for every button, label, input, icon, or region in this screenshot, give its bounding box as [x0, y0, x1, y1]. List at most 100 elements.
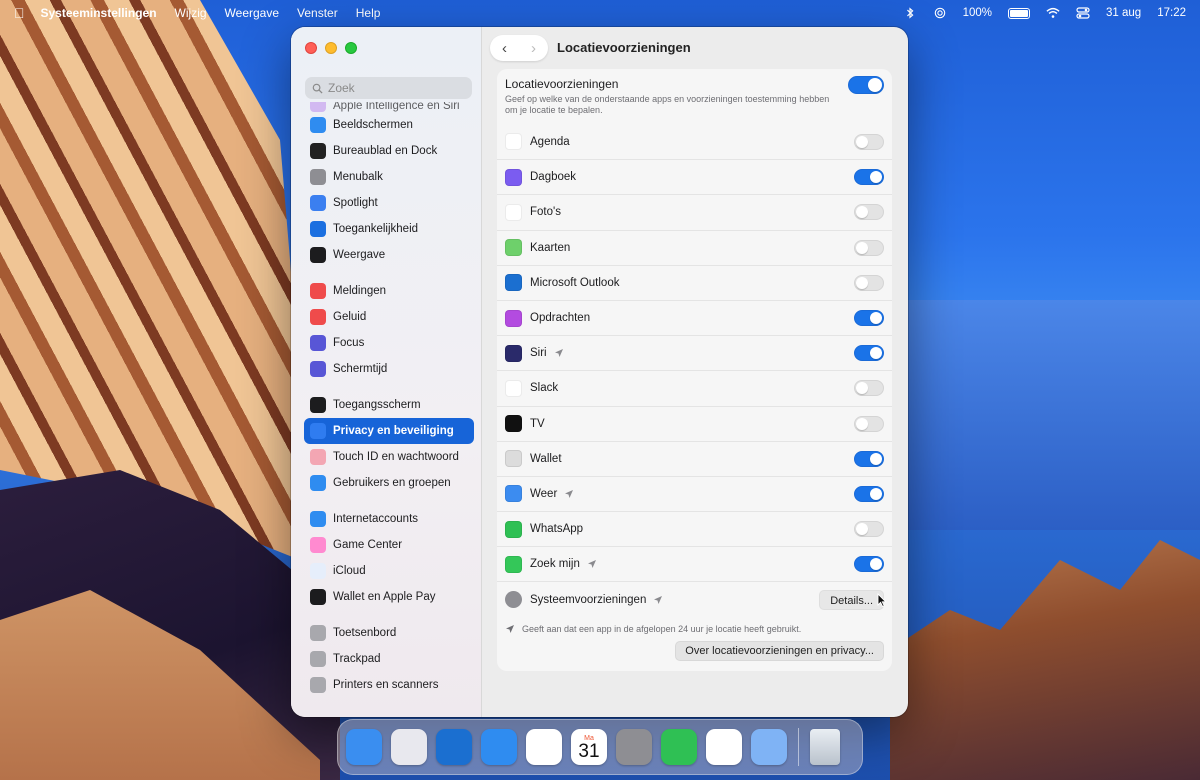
sidebar-item-label: Toegangsscherm	[333, 399, 421, 411]
dock-trash-icon[interactable]	[810, 729, 840, 765]
sidebar-item-spotlight[interactable]: Spotlight	[304, 190, 474, 216]
sidebar-item-touch-id-en-wachtwoord[interactable]: Touch ID en wachtwoord	[304, 444, 474, 470]
sidebar-item-printers-en-scanners[interactable]: Printers en scanners	[304, 672, 474, 698]
sidebar-item-focus[interactable]: Focus	[304, 330, 474, 356]
menu-app-name[interactable]: Systeeminstellingen	[41, 6, 157, 20]
sidebar-item-privacy-en-beveiliging[interactable]: Privacy en beveiliging	[304, 418, 474, 444]
dock-launchpad-icon[interactable]	[391, 729, 427, 765]
app-name: Opdrachten	[530, 312, 591, 325]
location-toggle[interactable]	[854, 415, 884, 432]
sidebar-item-label: Apple Intelligence en Siri	[333, 102, 460, 112]
wifi-icon[interactable]	[1046, 7, 1060, 19]
location-toggle[interactable]	[854, 450, 884, 467]
location-arrow-icon	[654, 595, 663, 604]
sidebar-item-icloud[interactable]: iCloud	[304, 558, 474, 584]
dock-preview-icon[interactable]	[751, 729, 787, 765]
dock-finder-icon[interactable]	[346, 729, 382, 765]
dock-whatsapp-icon[interactable]	[661, 729, 697, 765]
details-button[interactable]: Details...	[819, 589, 884, 610]
calendar-day: 31	[578, 740, 600, 762]
sidebar-item-internetaccounts[interactable]: Internetaccounts	[304, 506, 474, 532]
sidebar-item-menubalk[interactable]: Menubalk	[304, 164, 474, 190]
minimize-button[interactable]	[325, 42, 337, 54]
location-toggle[interactable]	[854, 345, 884, 362]
sidebar-item-geluid[interactable]: Geluid	[304, 304, 474, 330]
dock-safari-icon[interactable]	[481, 729, 517, 765]
search-input[interactable]	[328, 81, 458, 95]
bluetooth-icon[interactable]	[903, 7, 917, 19]
app-name: Microsoft Outlook	[530, 276, 620, 289]
sidebar-item-meldingen[interactable]: Meldingen	[304, 278, 474, 304]
sidebar-item-gebruikers-en-groepen[interactable]: Gebruikers en groepen	[304, 470, 474, 496]
app-row-agenda: Agenda	[497, 124, 892, 159]
location-toggle[interactable]	[854, 310, 884, 327]
search-field[interactable]	[305, 77, 472, 99]
app-name: Kaarten	[530, 241, 571, 254]
location-toggle[interactable]	[854, 204, 884, 221]
sidebar-item-apple-intelligence[interactable]: Apple Intelligence en Siri	[304, 102, 474, 112]
sidebar-item-label: Geluid	[333, 311, 367, 323]
dock-settings-icon[interactable]	[616, 729, 652, 765]
sidebar-item-weergave[interactable]: Weergave	[304, 242, 474, 268]
back-button[interactable]: ‹	[502, 41, 507, 56]
zoom-button[interactable]	[345, 42, 357, 54]
sidebar-item-beeldschermen[interactable]: Beeldschermen	[304, 112, 474, 138]
sidebar-item-bureaublad-en-dock[interactable]: Bureaublad en Dock	[304, 138, 474, 164]
app-row-zoek-mijn: Zoek mijn	[497, 546, 892, 581]
dock: Ma 31	[337, 719, 863, 775]
apple-intelligence-icon	[310, 102, 326, 112]
dock-calendar-icon[interactable]: Ma 31	[571, 729, 607, 765]
menubar-time[interactable]: 17:22	[1157, 7, 1186, 19]
location-toggle[interactable]	[854, 380, 884, 397]
outlook-icon	[505, 274, 522, 292]
menu-bar:  Systeeminstellingen Wijzig Weergave Ve…	[0, 0, 1200, 26]
menu-weergave[interactable]: Weergave	[225, 6, 279, 20]
menu-wijzig[interactable]: Wijzig	[175, 6, 207, 20]
dock-icon	[310, 143, 326, 159]
battery-icon[interactable]	[1008, 7, 1031, 19]
sidebar-item-toegankelijkheid[interactable]: Toegankelijkheid	[304, 216, 474, 242]
appearance-icon	[310, 247, 326, 263]
location-toggle[interactable]	[854, 485, 884, 502]
location-toggle[interactable]	[854, 133, 884, 150]
location-services-toggle[interactable]	[848, 76, 884, 94]
wallet-icon	[505, 450, 522, 468]
dock-outlook-icon[interactable]	[436, 729, 472, 765]
menu-venster[interactable]: Venster	[297, 6, 338, 20]
screentime-icon	[310, 361, 326, 377]
menubar-date[interactable]: 31 aug	[1106, 7, 1141, 19]
sidebar-item-toegangsscherm[interactable]: Toegangsscherm	[304, 392, 474, 418]
location-toggle[interactable]	[854, 169, 884, 186]
sidebar-item-label: Bureaublad en Dock	[333, 145, 438, 157]
close-button[interactable]	[305, 42, 317, 54]
sidebar-item-game-center[interactable]: Game Center	[304, 532, 474, 558]
control-center-icon[interactable]	[1076, 7, 1090, 19]
slack-icon	[505, 379, 522, 397]
airdrop-icon[interactable]	[933, 7, 947, 19]
sidebar-item-trackpad[interactable]: Trackpad	[304, 646, 474, 672]
sidebar-item-label: Toegankelijkheid	[333, 223, 419, 235]
menubar-icon	[310, 169, 326, 185]
location-toggle[interactable]	[854, 521, 884, 538]
menu-help[interactable]: Help	[356, 6, 381, 20]
location-arrow-icon	[565, 489, 574, 498]
keyboard-icon	[310, 625, 326, 641]
about-location-privacy-button[interactable]: Over locatievoorzieningen en privacy...	[675, 641, 884, 661]
location-toggle[interactable]	[854, 239, 884, 256]
sidebar-item-schermtijd[interactable]: Schermtijd	[304, 356, 474, 382]
lockscreen-icon	[310, 397, 326, 413]
location-toggle[interactable]	[854, 556, 884, 573]
apple-menu-icon[interactable]: 	[14, 5, 25, 21]
dock-slack-icon[interactable]	[706, 729, 742, 765]
sidebar-item-label: Trackpad	[333, 653, 381, 665]
sidebar-item-wallet-en-apple-pay[interactable]: Wallet en Apple Pay	[304, 584, 474, 610]
dock-photos-icon[interactable]	[526, 729, 562, 765]
location-arrow-icon	[587, 560, 596, 569]
master-label: Locatievoorzieningen	[505, 77, 619, 91]
forward-button[interactable]: ›	[531, 41, 536, 56]
content-panel: Locatievoorzieningen Geef op welke van d…	[497, 69, 892, 671]
sidebar-item-toetsenbord[interactable]: Toetsenbord	[304, 620, 474, 646]
location-toggle[interactable]	[854, 274, 884, 291]
